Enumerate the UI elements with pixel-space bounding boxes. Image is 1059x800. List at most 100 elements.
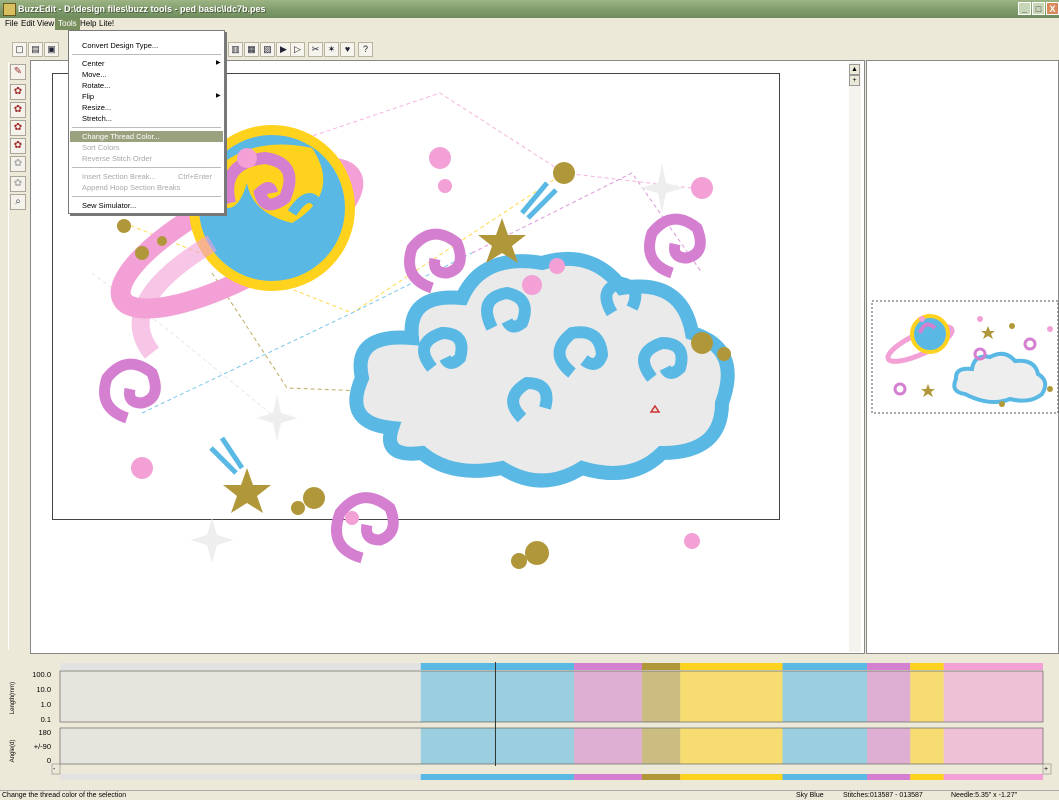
zoom-icon[interactable]: ⌕ — [10, 194, 26, 210]
menu-view[interactable]: View — [34, 18, 57, 30]
color-segment-6-row-0 — [867, 663, 911, 670]
color-segment-5-row-2 — [782, 728, 868, 764]
stitch-graph-panel: Length(mm) Angle(d) 100.0 10.0 1.0 0.1 1… — [0, 654, 1059, 790]
title-bar: BuzzEdit - D:\design files\buzz tools - … — [0, 0, 1059, 18]
color-segment-1-row-0 — [420, 663, 575, 670]
color-segment-8-row-2 — [943, 728, 1043, 764]
color-segment-8-row-0 — [943, 663, 1043, 670]
length-tick-01: 0.1 — [41, 715, 51, 724]
svg-text:+: + — [1044, 766, 1048, 773]
menu-append-hoop-breaks[interactable]: Append Hoop Section Breaks — [70, 182, 223, 193]
color-segment-3-row-3 — [641, 774, 681, 780]
menu-resize[interactable]: Resize... — [70, 102, 223, 113]
menu-insert-section-break[interactable]: Insert Section Break... Ctrl+Enter — [70, 171, 223, 182]
color-segment-2-row-0 — [574, 663, 642, 670]
menu-change-thread-color[interactable]: Change Thread Color... — [70, 131, 223, 142]
new-file-icon[interactable]: ▢ — [12, 42, 27, 57]
help-pointer-icon[interactable]: ? — [358, 42, 373, 57]
color-segment-0-row-3 — [60, 774, 421, 780]
move-tool-icon[interactable]: ✿ — [10, 84, 26, 100]
menu-tools[interactable]: Tools — [55, 18, 80, 30]
color-segment-0-row-1 — [60, 671, 421, 722]
color-segment-7-row-0 — [910, 663, 944, 670]
menu-stretch[interactable]: Stretch... — [70, 113, 223, 124]
color-segment-3-row-0 — [641, 663, 681, 670]
color-segment-5-row-1 — [782, 671, 868, 722]
angle-tick-180: 180 — [38, 728, 51, 737]
design-thumbnail[interactable] — [870, 299, 1059, 419]
angle-tick-0: 0 — [47, 756, 51, 765]
color-segment-0-row-2 — [60, 728, 421, 764]
menu-center[interactable]: Center ▶ — [70, 58, 223, 69]
color-segment-7-row-2 — [910, 728, 944, 764]
left-tool-strip: ✎ ✿ ✿ ✿ ✿ ✿ ✿ ⌕ — [8, 62, 27, 650]
star-icon[interactable]: ✶ — [324, 42, 339, 57]
color-segment-4-row-3 — [680, 774, 783, 780]
vertical-scrollbar[interactable]: ▲ + — [849, 62, 861, 652]
color-segment-8-row-1 — [943, 671, 1043, 722]
preview-pane — [866, 60, 1059, 654]
split-tool-icon[interactable]: ✿ — [10, 176, 26, 192]
color-segment-3-row-1 — [641, 671, 681, 722]
close-button[interactable]: X — [1046, 2, 1059, 15]
menu-reverse-stitch-order[interactable]: Reverse Stitch Order — [70, 153, 223, 164]
flip-tool-icon[interactable]: ✿ — [10, 120, 26, 136]
menu-lite[interactable]: Lite! — [96, 18, 117, 30]
menu-flip[interactable]: Flip ▶ — [70, 91, 223, 102]
menu-rotate[interactable]: Rotate... — [70, 80, 223, 91]
stretch-tool-icon[interactable]: ✿ — [10, 156, 26, 172]
color-segment-1-row-2 — [420, 728, 575, 764]
color-segment-7-row-3 — [910, 774, 944, 780]
step-icon[interactable]: ▷ — [290, 42, 305, 57]
color-segment-0-row-0 — [60, 663, 421, 670]
length-axis-label: Length(mm) — [10, 682, 16, 714]
select-tool-icon[interactable]: ✎ — [10, 64, 26, 80]
color-segment-2-row-1 — [574, 671, 642, 722]
menu-sew-simulator[interactable]: Sew Simulator... — [70, 200, 223, 211]
window-title: BuzzEdit - D:\design files\buzz tools - … — [18, 4, 266, 14]
color-segment-5-row-3 — [782, 774, 868, 780]
maximize-button[interactable]: □ — [1032, 2, 1045, 15]
minimize-button[interactable]: _ — [1018, 2, 1031, 15]
menu-sort-colors[interactable]: Sort Colors — [70, 142, 223, 153]
menu-bar: File Edit View Tools Help Lite! — [0, 18, 1059, 30]
color-segment-4-row-0 — [680, 663, 783, 670]
color-segment-7-row-1 — [910, 671, 944, 722]
length-tick-100: 100.0 — [32, 670, 51, 679]
color-segment-3-row-2 — [641, 728, 681, 764]
split-icon[interactable]: ▧ — [260, 42, 275, 57]
hoop-icon[interactable]: ▦ — [244, 42, 259, 57]
angle-tick-90: +/-90 — [34, 742, 51, 751]
color-segment-1-row-1 — [420, 671, 575, 722]
color-segment-6-row-1 — [867, 671, 911, 722]
scroll-plus-icon[interactable]: + — [849, 75, 860, 86]
length-tick-1: 1.0 — [41, 700, 51, 709]
grid-icon[interactable]: ▥ — [228, 42, 243, 57]
color-segment-4-row-2 — [680, 728, 783, 764]
color-segment-4-row-1 — [680, 671, 783, 722]
submenu-arrow-icon: ▶ — [216, 93, 221, 99]
rotate-tool-icon[interactable]: ✿ — [10, 102, 26, 118]
color-segment-2-row-3 — [574, 774, 642, 780]
color-segment-8-row-3 — [943, 774, 1043, 780]
scroll-up-icon[interactable]: ▲ — [849, 64, 860, 75]
play-icon[interactable]: ▶ — [276, 42, 291, 57]
color-segment-2-row-2 — [574, 728, 642, 764]
color-segment-1-row-3 — [420, 774, 575, 780]
color-segment-5-row-0 — [782, 663, 868, 670]
tools-dropdown-menu: Convert Design Type... Center ▶ Move... R… — [68, 30, 225, 214]
angle-axis-label: Angle(d) — [10, 740, 16, 763]
app-icon — [3, 3, 16, 16]
color-segment-6-row-2 — [867, 728, 911, 764]
color-segment-6-row-3 — [867, 774, 911, 780]
resize-tool-icon[interactable]: ✿ — [10, 138, 26, 154]
submenu-arrow-icon: ▶ — [216, 60, 221, 66]
open-folder-icon[interactable]: ▤ — [28, 42, 43, 57]
length-tick-10: 10.0 — [36, 685, 51, 694]
trace-icon[interactable]: ✂ — [308, 42, 323, 57]
heart-icon[interactable]: ♥ — [340, 42, 355, 57]
stitch-graph[interactable]: Length(mm) Angle(d) 100.0 10.0 1.0 0.1 1… — [0, 654, 1059, 790]
menu-move[interactable]: Move... — [70, 69, 223, 80]
menu-convert-design-type[interactable]: Convert Design Type... — [70, 40, 223, 51]
save-icon[interactable]: ▣ — [44, 42, 59, 57]
